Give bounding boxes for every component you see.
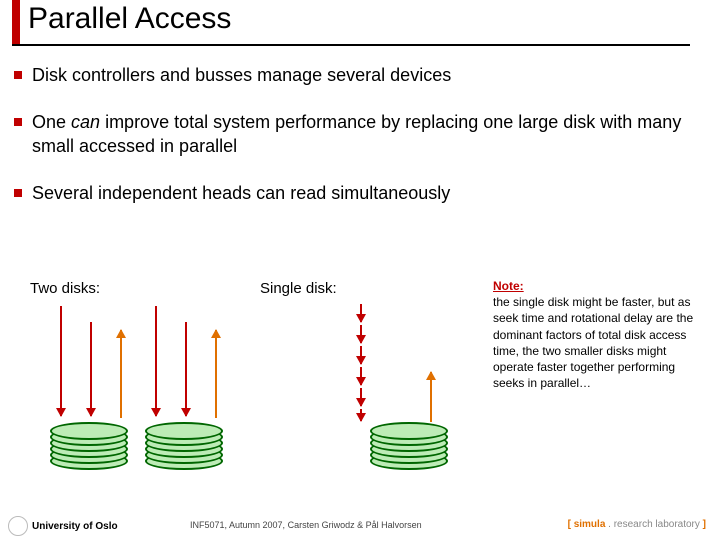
title-accent [12, 0, 20, 44]
bracket-icon: ] [700, 519, 706, 530]
bullet-icon [14, 71, 22, 79]
disk-stack [145, 420, 223, 466]
uio-seal-icon [8, 516, 28, 536]
slide: Parallel Access Disk controllers and bus… [0, 0, 720, 540]
bullet-item: One can improve total system performance… [14, 111, 698, 158]
bullet-item: Several independent heads can read simul… [14, 182, 698, 205]
bullet-item: Disk controllers and busses manage sever… [14, 64, 698, 87]
arrow-up-icon [430, 372, 432, 422]
bullet-icon [14, 189, 22, 197]
note-box: Note: the single disk might be faster, b… [493, 278, 708, 391]
text-span: improve total system performance by repl… [32, 112, 681, 155]
note-title: Note: [493, 279, 524, 293]
bullet-text: Several independent heads can read simul… [32, 182, 698, 205]
arrow-down-icon [360, 304, 362, 322]
arrow-up-icon [120, 330, 122, 418]
arrow-down-icon [90, 322, 92, 416]
arrow-down-icon [155, 306, 157, 416]
arrow-down-icon [360, 367, 362, 385]
text-span: . research laboratory [605, 519, 700, 530]
disk-stack [370, 420, 448, 466]
text-span: Several independent heads can read simul… [32, 183, 450, 203]
title-rule [12, 44, 690, 46]
text-span: One [32, 112, 71, 132]
text-em: can [71, 112, 100, 132]
arrow-down-icon [185, 322, 187, 416]
text-span: Disk controllers and busses manage sever… [32, 65, 451, 85]
single-disk-label: Single disk: [260, 280, 337, 297]
page-title: Parallel Access [28, 2, 231, 36]
arrow-down-icon [360, 325, 362, 343]
arrow-down-icon [360, 346, 362, 364]
footer: University of Oslo INF5071, Autumn 2007,… [0, 508, 720, 536]
arrow-down-icon [60, 306, 62, 416]
text-span: simula [574, 519, 606, 530]
two-disks-label: Two disks: [30, 280, 100, 297]
bullet-text: One can improve total system performance… [32, 111, 698, 158]
footer-affiliation: University of Oslo [32, 521, 118, 532]
bullet-list: Disk controllers and busses manage sever… [14, 64, 698, 230]
disk-stack [50, 420, 128, 466]
arrow-up-icon [215, 330, 217, 418]
arrow-down-icon [360, 388, 362, 406]
title-bar: Parallel Access [0, 0, 720, 52]
footer-lab: [ simula . research laboratory ] [568, 519, 706, 530]
arrow-down-icon [360, 409, 362, 421]
bullet-icon [14, 118, 22, 126]
bullet-text: Disk controllers and busses manage sever… [32, 64, 698, 87]
footer-course: INF5071, Autumn 2007, Carsten Griwodz & … [190, 520, 422, 530]
note-body: the single disk might be faster, but as … [493, 295, 693, 390]
